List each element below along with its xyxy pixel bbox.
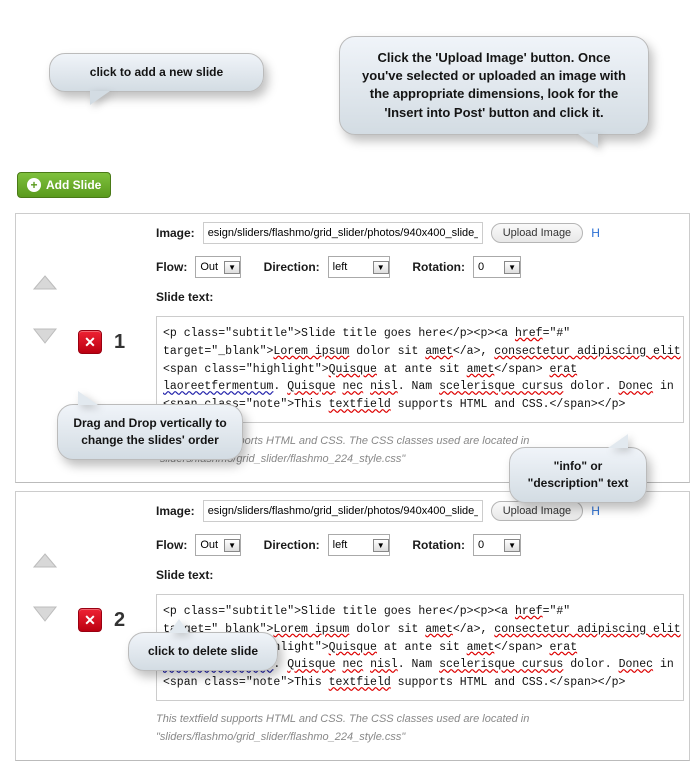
image-path-input[interactable] — [203, 222, 483, 244]
tooltip-add-slide: click to add a new slide — [49, 53, 264, 92]
slide-header: ✕ 1 — [78, 330, 125, 354]
tooltip-upload-image: Click the 'Upload Image' button. Once yo… — [339, 36, 649, 135]
options-row: Flow: Out▼ Direction: left▼ Rotation: 0▼ — [156, 256, 684, 278]
reorder-controls — [20, 274, 70, 346]
reorder-controls — [20, 552, 70, 624]
slide-number: 2 — [114, 609, 125, 632]
chevron-down-icon: ▼ — [504, 539, 520, 552]
help-link[interactable]: H — [591, 226, 600, 240]
tooltip-drag-drop: Drag and Drop vertically to change the s… — [57, 404, 243, 460]
slide-header: ✕ 2 — [78, 608, 125, 632]
rotation-label: Rotation: — [412, 538, 465, 552]
chevron-down-icon: ▼ — [224, 261, 240, 274]
flow-label: Flow: — [156, 538, 187, 552]
tooltip-delete-slide: click to delete slide — [128, 632, 278, 671]
slide-number: 1 — [114, 331, 125, 354]
slidetext-label-row: Slide text: — [156, 568, 684, 582]
slidetext-label-row: Slide text: — [156, 290, 684, 304]
slide-form: Image: Upload Image H Flow: Out▼ Directi… — [156, 500, 689, 746]
options-row: Flow: Out▼ Direction: left▼ Rotation: 0▼ — [156, 534, 684, 556]
image-row: Image: Upload Image H — [156, 500, 684, 522]
slidetext-label: Slide text: — [156, 290, 213, 304]
flow-select[interactable]: Out▼ — [195, 256, 241, 278]
flow-label: Flow: — [156, 260, 187, 274]
image-label: Image: — [156, 226, 195, 240]
tooltip-text: Click the 'Upload Image' button. Once yo… — [362, 50, 626, 120]
chevron-down-icon: ▼ — [373, 261, 389, 274]
delete-slide-button[interactable]: ✕ — [78, 608, 102, 632]
rotation-label: Rotation: — [412, 260, 465, 274]
chevron-down-icon: ▼ — [373, 539, 389, 552]
move-down-icon[interactable] — [32, 324, 58, 346]
add-slide-label: Add Slide — [46, 178, 101, 192]
rotation-select[interactable]: 0▼ — [473, 256, 521, 278]
plus-icon: + — [27, 178, 41, 192]
tooltip-text: "info" or "description" text — [528, 459, 629, 490]
chevron-down-icon: ▼ — [504, 261, 520, 274]
rotation-select[interactable]: 0▼ — [473, 534, 521, 556]
image-path-input[interactable] — [203, 500, 483, 522]
upload-image-button[interactable]: Upload Image — [491, 223, 584, 243]
direction-label: Direction: — [264, 260, 320, 274]
tooltip-text: click to delete slide — [148, 644, 258, 658]
tooltip-text: click to add a new slide — [90, 65, 223, 79]
move-up-icon[interactable] — [32, 552, 58, 574]
direction-select[interactable]: left▼ — [328, 256, 390, 278]
flow-select[interactable]: Out▼ — [195, 534, 241, 556]
tooltip-info-text: "info" or "description" text — [509, 447, 647, 503]
direction-label: Direction: — [264, 538, 320, 552]
close-icon: ✕ — [84, 334, 96, 351]
upload-image-button[interactable]: Upload Image — [491, 501, 584, 521]
direction-select[interactable]: left▼ — [328, 534, 390, 556]
image-row: Image: Upload Image H — [156, 222, 684, 244]
move-down-icon[interactable] — [32, 602, 58, 624]
chevron-down-icon: ▼ — [224, 539, 240, 552]
slidetext-hint: This textfield supports HTML and CSS. Th… — [156, 711, 682, 746]
move-up-icon[interactable] — [32, 274, 58, 296]
slidetext-label: Slide text: — [156, 568, 213, 582]
help-link[interactable]: H — [591, 504, 600, 518]
slide-panel: ✕ 2 Image: Upload Image H Flow: Out▼ Dir… — [15, 491, 690, 761]
image-label: Image: — [156, 504, 195, 518]
close-icon: ✕ — [84, 612, 96, 629]
add-slide-button[interactable]: + Add Slide — [17, 172, 111, 198]
tooltip-text: Drag and Drop vertically to change the s… — [73, 416, 226, 447]
delete-slide-button[interactable]: ✕ — [78, 330, 102, 354]
